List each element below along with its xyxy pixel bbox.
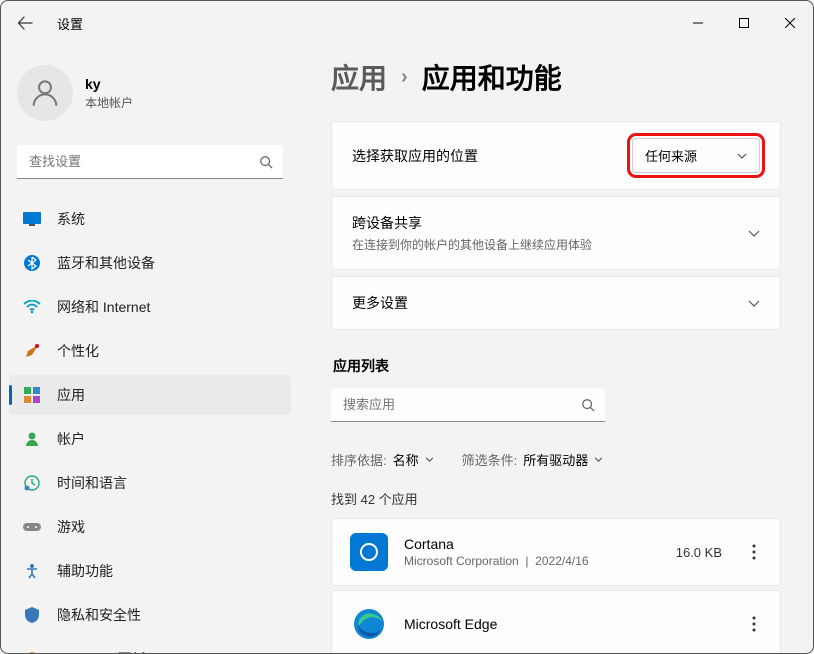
sidebar-item-apps[interactable]: 应用 [9,375,291,415]
app-item-cortana[interactable]: Cortana Microsoft Corporation | 2022/4/1… [331,518,781,586]
filter-control[interactable]: 筛选条件: 所有驱动器 [462,450,604,469]
chevron-down-icon [737,153,747,159]
sidebar-item-label: 蓝牙和其他设备 [57,253,155,273]
close-button[interactable] [767,7,813,39]
filter-label: 筛选条件: [462,450,518,469]
app-more-button[interactable] [746,610,762,638]
filter-row: 排序依据: 名称 筛选条件: 所有驱动器 [331,450,781,469]
chevron-down-icon [748,230,760,237]
user-block[interactable]: ky 本地帐户 [9,57,291,141]
person-icon [28,76,62,110]
card-title: 跨设备共享 [352,213,592,233]
card-cross-device-share[interactable]: 跨设备共享 在连接到你的帐户的其他设备上继续应用体验 [332,197,780,269]
edge-icon [350,605,388,643]
minimize-icon [693,18,703,28]
sidebar-item-privacy[interactable]: 隐私和安全性 [9,595,291,635]
username: ky [85,76,133,92]
sidebar-item-label: 个性化 [57,341,99,361]
apps-icon [23,386,41,404]
user-type: 本地帐户 [85,94,133,111]
display-icon [23,210,41,228]
sidebar-item-update[interactable]: Windows 更新 [9,639,291,653]
sidebar: ky 本地帐户 系统 蓝牙和其他设备 网络和 [1,45,303,653]
sidebar-item-accounts[interactable]: 帐户 [9,419,291,459]
app-list-heading: 应用列表 [333,356,781,376]
wifi-icon [23,298,41,316]
main-content: 应用 › 应用和功能 选择获取应用的位置 任何来源 [303,45,813,653]
gamepad-icon [23,518,41,536]
chevron-down-icon [425,457,434,462]
card-more-settings[interactable]: 更多设置 [332,277,780,329]
sidebar-item-label: 帐户 [57,429,85,449]
app-more-button[interactable] [746,538,762,566]
more-vertical-icon [752,616,756,632]
paintbrush-icon [23,342,41,360]
card-title: 选择获取应用的位置 [352,146,478,166]
back-button[interactable] [9,7,41,39]
breadcrumb-current: 应用和功能 [422,57,562,97]
sidebar-item-time[interactable]: 时间和语言 [9,463,291,503]
sidebar-item-label: 时间和语言 [57,473,127,493]
breadcrumb: 应用 › 应用和功能 [331,57,781,97]
sidebar-item-label: 系统 [57,209,85,229]
sidebar-item-bluetooth[interactable]: 蓝牙和其他设备 [9,243,291,283]
bluetooth-icon [23,254,41,272]
card-subtitle: 在连接到你的帐户的其他设备上继续应用体验 [352,236,592,253]
sidebar-item-label: 游戏 [57,517,85,537]
sidebar-item-personalization[interactable]: 个性化 [9,331,291,371]
app-count-text: 找到 42 个应用 [331,489,781,508]
account-icon [23,430,41,448]
chevron-down-icon [748,300,760,307]
sidebar-item-gaming[interactable]: 游戏 [9,507,291,547]
minimize-button[interactable] [675,7,721,39]
close-icon [785,18,795,28]
more-vertical-icon [752,544,756,560]
chevron-down-icon [594,457,603,462]
sidebar-item-label: 隐私和安全性 [57,605,141,625]
app-size: 16.0 KB [676,545,722,560]
app-name: Cortana [404,536,660,552]
search-input[interactable] [17,145,283,179]
card-app-source: 选择获取应用的位置 任何来源 [332,122,780,189]
app-item-edge[interactable]: Microsoft Edge [331,590,781,653]
maximize-icon [739,18,749,28]
dropdown-value: 任何来源 [645,146,697,165]
accessibility-icon [23,562,41,580]
arrow-left-icon [17,15,33,31]
clock-icon [23,474,41,492]
sidebar-item-label: 辅助功能 [57,561,113,581]
shield-icon [23,606,41,624]
window-title: 设置 [57,14,83,33]
sidebar-item-label: 应用 [57,385,85,405]
app-publisher-date: Microsoft Corporation | 2022/4/16 [404,554,660,568]
sidebar-item-label: Windows 更新 [57,649,146,653]
app-search-input[interactable] [331,388,605,422]
app-source-dropdown[interactable]: 任何来源 [632,138,760,173]
sidebar-item-network[interactable]: 网络和 Internet [9,287,291,327]
sidebar-item-system[interactable]: 系统 [9,199,291,239]
app-name: Microsoft Edge [404,616,706,632]
breadcrumb-parent[interactable]: 应用 [331,57,387,97]
sidebar-item-label: 网络和 Internet [57,297,150,317]
avatar [17,65,73,121]
sort-value: 名称 [393,450,419,469]
filter-value: 所有驱动器 [523,450,588,469]
sort-label: 排序依据: [331,450,387,469]
cortana-icon [350,533,388,571]
sidebar-item-accessibility[interactable]: 辅助功能 [9,551,291,591]
maximize-button[interactable] [721,7,767,39]
chevron-right-icon: › [401,66,408,89]
titlebar: 设置 [1,1,813,45]
sort-control[interactable]: 排序依据: 名称 [331,450,434,469]
card-title: 更多设置 [352,293,408,313]
update-icon [23,650,41,653]
